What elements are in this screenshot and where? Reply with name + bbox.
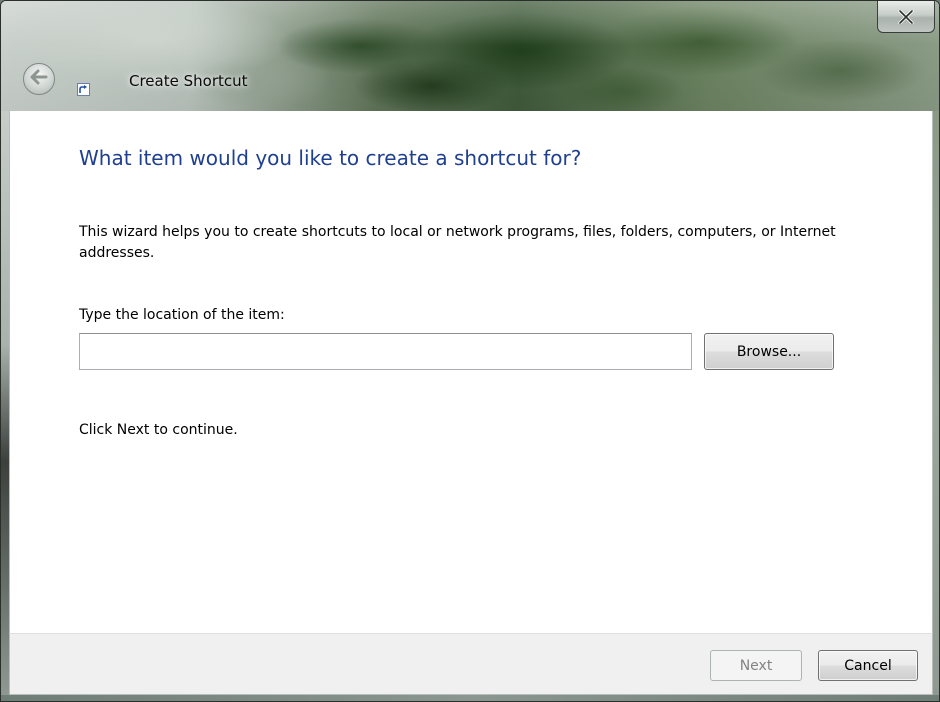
wizard-description: This wizard helps you to create shortcut… [79,224,836,261]
cancel-button[interactable]: Cancel [818,650,918,681]
shortcut-icon [77,81,90,96]
back-arrow-icon [30,69,48,89]
back-button[interactable] [23,63,55,95]
wizard-heading: What item would you like to create a sho… [79,146,582,170]
window-title: Create Shortcut [129,72,248,90]
continue-instruction: Click Next to continue. [79,422,238,438]
create-shortcut-window: Create Shortcut What item would you like… [0,0,940,702]
window-frame-left [1,111,9,695]
location-input[interactable] [79,333,692,370]
close-button[interactable] [877,1,935,33]
wizard-footer: Next Cancel [9,633,933,695]
browse-button[interactable]: Browse... [704,333,834,370]
close-icon [898,9,914,24]
window-frame-bottom [1,695,939,701]
location-label: Type the location of the item: [79,307,285,323]
next-button[interactable]: Next [710,650,802,681]
title-bar [1,1,939,111]
wizard-content: What item would you like to create a sho… [9,111,933,633]
